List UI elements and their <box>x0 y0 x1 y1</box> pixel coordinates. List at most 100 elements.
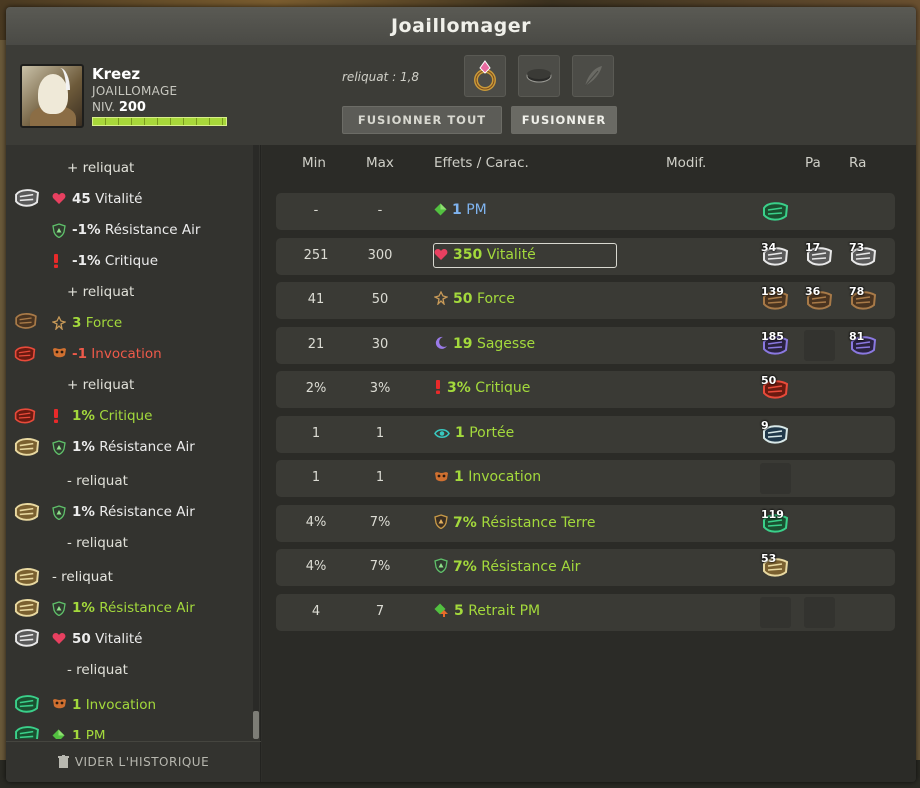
rune-cell-pa[interactable]: 36 <box>804 285 835 316</box>
rune-icon <box>14 501 40 527</box>
history-effect: 1% Résistance Air <box>72 439 195 455</box>
col-header-pa: Pa <box>805 155 821 171</box>
sagesse-icon <box>434 336 448 354</box>
history-row: 1% Résistance Air <box>6 434 252 460</box>
rune-count: 119 <box>761 507 784 521</box>
effect-row[interactable]: 21 30 19 Sagesse 185 81 <box>276 326 895 364</box>
rune-cell[interactable]: 53 <box>760 552 791 583</box>
rune-cell-pa[interactable]: 17 <box>804 241 835 272</box>
shield-earth-icon <box>434 513 448 533</box>
min-value: 4 <box>311 603 321 619</box>
rune-icon <box>14 436 40 462</box>
reliquat-note: - reliquat <box>67 662 128 678</box>
effect-row[interactable]: 4% 7% 7% Résistance Terre 119 <box>276 504 895 542</box>
clear-history-button[interactable]: VIDER L'HISTORIQUE <box>6 741 261 782</box>
window-title: Joaillomager <box>6 7 916 45</box>
history-row: 1 Invocation <box>6 692 252 718</box>
effect-row[interactable]: - - 1 PM <box>276 193 895 230</box>
effect-label: 3% Critique <box>434 380 530 398</box>
rune-cell[interactable] <box>760 196 791 227</box>
rune-cell-ra[interactable]: 78 <box>848 285 879 316</box>
effect-label: 1 PM <box>434 202 487 220</box>
history-scrollbar-thumb[interactable] <box>253 711 259 739</box>
reliquat-note: - reliquat <box>67 473 128 489</box>
xp-bar <box>92 117 227 126</box>
effect-label: 350 Vitalité <box>434 247 536 265</box>
rune-cell[interactable]: 119 <box>760 508 791 539</box>
player-job: JOAILLOMAGE <box>92 84 178 98</box>
effect-row[interactable]: 4 7 5 Retrait PM <box>276 593 895 631</box>
fuse-button[interactable]: FUSIONNER <box>511 106 617 134</box>
history-row: 1% Résistance Air <box>6 499 252 525</box>
rune-count: 50 <box>761 374 777 387</box>
rune-cell-empty[interactable] <box>760 463 791 494</box>
rune-count: 81 <box>849 329 865 343</box>
min-value: 41 <box>307 292 325 307</box>
history-row: - reliquat <box>6 530 252 556</box>
rune-cell[interactable]: 9 <box>760 419 791 450</box>
history-effect: -1% Résistance Air <box>72 222 201 238</box>
rune-cell[interactable]: 185 <box>760 330 791 361</box>
history-effect: 45 Vitalité <box>72 191 143 207</box>
rune-cell-pa-empty[interactable] <box>804 329 835 361</box>
history-effect: 1 Invocation <box>72 697 157 713</box>
rune-cell[interactable]: 50 <box>760 374 791 405</box>
reliquat-note: + reliquat <box>67 160 135 176</box>
min-value: 2% <box>305 381 327 396</box>
max-value: 300 <box>367 247 393 263</box>
rune-cell-empty[interactable] <box>760 596 791 628</box>
max-value: 7 <box>375 603 385 619</box>
reliquat-note: + reliquat <box>67 377 135 393</box>
effect-row[interactable]: 1 1 1 Portée 9 <box>276 415 895 453</box>
shield-air-icon <box>52 601 66 620</box>
history-list[interactable]: + reliquat 45 Vitalité -1% Résistance Air -… <box>6 145 252 739</box>
amulet-icon <box>474 60 496 91</box>
rune-cell-pa-empty[interactable] <box>804 596 835 628</box>
rune-icon <box>14 566 40 592</box>
col-header-max: Max <box>366 155 394 171</box>
history-effect: 50 Vitalité <box>72 631 143 647</box>
min-value: 4% <box>305 514 327 530</box>
history-effect: 1% Critique <box>72 408 153 424</box>
effect-row[interactable]: 41 50 50 Force 139 36 78 <box>276 282 895 319</box>
potion-slot[interactable] <box>572 55 614 97</box>
min-value: 1 <box>311 425 321 441</box>
rune-icon <box>14 725 40 739</box>
rune-cell-ra[interactable]: 73 <box>848 241 879 272</box>
rune-slot-icon <box>526 69 552 83</box>
min-value: 251 <box>303 247 329 263</box>
history-effect: 1% Résistance Air <box>72 504 195 520</box>
trash-icon <box>57 755 69 768</box>
effect-row[interactable]: 4% 7% 7% Résistance Air 53 <box>276 549 895 586</box>
effect-row[interactable]: 251 300 350 Vitalité 34 17 73 <box>276 237 895 275</box>
feather-icon <box>584 66 602 87</box>
rune-cell[interactable]: 139 <box>760 285 791 316</box>
min-value: - <box>313 203 319 218</box>
effect-label: 1 Invocation <box>434 469 541 487</box>
invoc-icon <box>434 471 449 487</box>
effect-label: 19 Sagesse <box>434 336 535 354</box>
effect-row[interactable]: 1 1 1 Invocation <box>276 460 895 497</box>
avatar <box>20 64 84 128</box>
rune-cell-ra[interactable]: 81 <box>848 330 879 361</box>
rune-count: 73 <box>849 240 865 254</box>
history-row: -1% Critique <box>6 248 252 274</box>
rune-cell[interactable]: 34 <box>760 241 791 272</box>
effect-label: 5 Retrait PM <box>434 603 540 621</box>
rune-icon <box>14 343 36 369</box>
fuse-all-button[interactable]: FUSIONNER TOUT <box>342 106 502 134</box>
rune-count: 139 <box>761 285 784 298</box>
rune-count: 53 <box>761 552 777 565</box>
item-slot[interactable] <box>464 55 506 97</box>
history-row: 45 Vitalité <box>6 186 252 212</box>
rune-slot[interactable] <box>518 55 560 97</box>
shield-air-icon <box>52 505 66 524</box>
eye-icon <box>434 427 450 443</box>
min-value: 4% <box>305 559 327 574</box>
history-scrollbar[interactable] <box>253 145 259 739</box>
effect-row[interactable]: 2% 3% 3% Critique 50 <box>276 371 895 408</box>
max-value: 1 <box>375 425 385 441</box>
max-value: - <box>377 203 383 218</box>
force-icon <box>433 290 449 309</box>
reliquat-note: + reliquat <box>67 284 135 300</box>
